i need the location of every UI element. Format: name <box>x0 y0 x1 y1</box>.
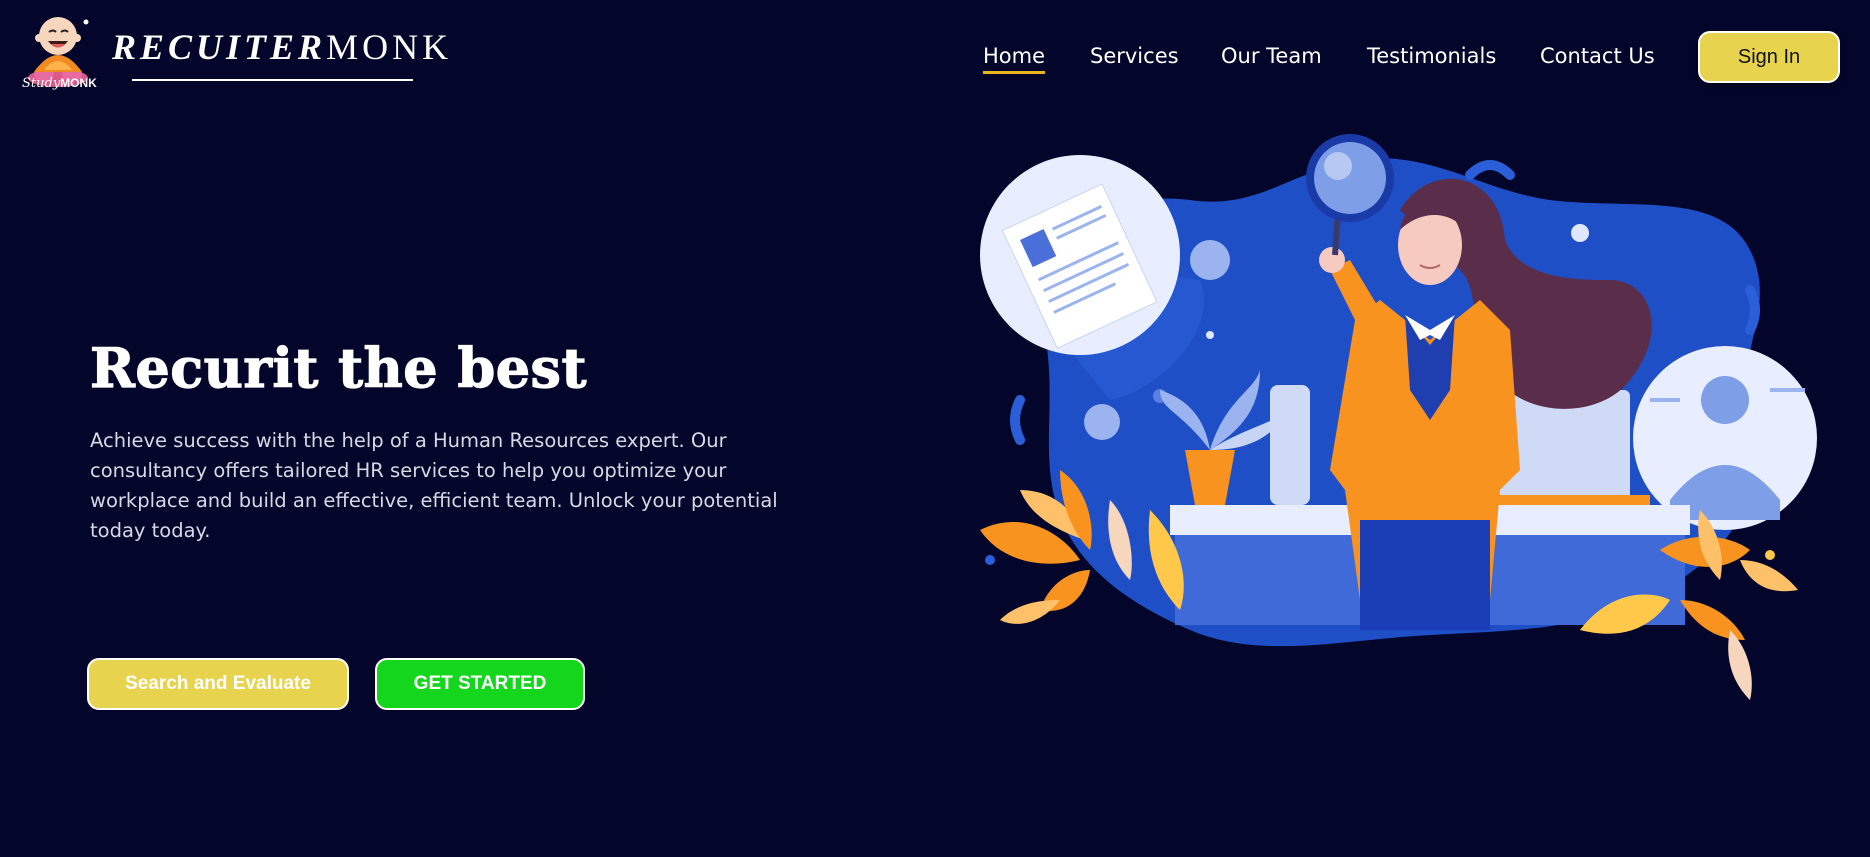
nav-our-team[interactable]: Our Team <box>1221 44 1322 68</box>
nav-services[interactable]: Services <box>1090 44 1179 68</box>
logo-underline <box>132 79 413 81</box>
nav-testimonials[interactable]: Testimonials <box>1367 44 1496 68</box>
hero-description: Achieve success with the help of a Human… <box>90 429 778 542</box>
hero-title: Recurit the best <box>89 335 587 400</box>
logo-wordmark: RECUITERMONK <box>112 26 452 68</box>
search-and-evaluate-button[interactable]: Search and Evaluate <box>87 658 349 710</box>
nav-contact-us[interactable]: Contact Us <box>1540 44 1655 68</box>
logo-word-monk: MONK <box>326 27 453 67</box>
recruiter-magnifier-illustration <box>980 134 1817 700</box>
sign-in-button[interactable]: Sign In <box>1698 31 1840 83</box>
landing-page: StudyMONK RECUITERMONK Home Services Our… <box>0 0 1870 857</box>
get-started-button[interactable]: GET STARTED <box>375 658 585 710</box>
brand-logo[interactable]: StudyMONK RECUITERMONK <box>20 8 448 100</box>
logo-subtext: StudyMONK <box>22 76 97 91</box>
nav-home[interactable]: Home <box>983 44 1046 74</box>
logo-word-recuiter: RECUITER <box>112 27 327 67</box>
